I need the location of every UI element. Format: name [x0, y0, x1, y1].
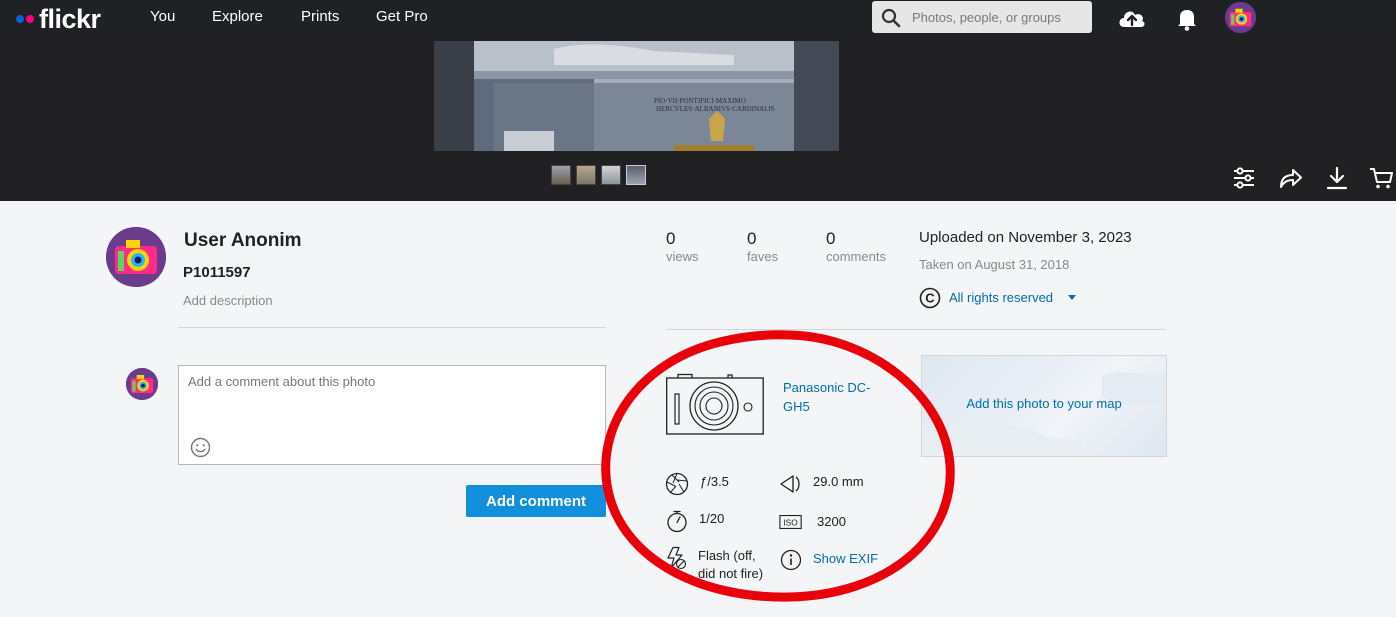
chevron-down-icon[interactable] — [1068, 295, 1076, 300]
svg-text:PIO·VII·PONTIFICI·MAXIMO: PIO·VII·PONTIFICI·MAXIMO — [654, 97, 746, 105]
cart-icon[interactable] — [1368, 165, 1394, 191]
camera-avatar-icon — [1225, 2, 1256, 33]
share-icon[interactable] — [1278, 165, 1304, 191]
monument-photo-image: PIO·VII·PONTIFICI·MAXIMO HERCVLES·ALBANI… — [434, 41, 839, 151]
photo-title[interactable]: P1011597 — [183, 264, 251, 282]
nav-link-get-pro[interactable]: Get Pro — [376, 8, 428, 26]
search-box[interactable] — [872, 1, 1092, 33]
nav-link-explore[interactable]: Explore — [212, 8, 263, 26]
search-input[interactable] — [912, 1, 1087, 33]
upload-cloud-icon[interactable] — [1116, 3, 1148, 33]
emoji-icon[interactable] — [190, 437, 211, 458]
copyright-icon: C — [919, 287, 941, 309]
license-dropdown[interactable]: All rights reserved — [949, 290, 1053, 306]
thumbnail[interactable] — [551, 165, 571, 185]
thumbnail[interactable] — [576, 165, 596, 185]
photo-stage: PIO·VII·PONTIFICI·MAXIMO HERCVLES·ALBANI… — [0, 41, 1396, 201]
nav-link-you[interactable]: You — [150, 8, 175, 26]
nav-link-prints[interactable]: Prints — [301, 8, 339, 26]
camera-avatar-icon — [126, 368, 158, 400]
comment-input[interactable] — [179, 366, 605, 436]
faves-count: 0 — [747, 229, 757, 248]
flickr-logo[interactable]: flickr — [16, 4, 101, 34]
owner-avatar[interactable] — [106, 227, 166, 287]
thumbnail-active[interactable] — [626, 165, 646, 185]
photo-thumbnails — [551, 165, 646, 185]
uploaded-date: Uploaded on November 3, 2023 — [919, 229, 1132, 246]
owner-name[interactable]: User Anonim — [184, 230, 302, 252]
svg-text:C: C — [925, 291, 935, 306]
taken-date[interactable]: Taken on August 31, 2018 — [919, 257, 1069, 273]
faves-label: faves — [747, 249, 779, 264]
comment-box — [178, 365, 606, 465]
logo-pink-dot — [26, 15, 34, 23]
camera-avatar-icon — [106, 227, 166, 287]
comments-label: comments — [826, 249, 886, 264]
logo-blue-dot — [16, 15, 24, 23]
views-count: 0 — [666, 229, 676, 248]
user-avatar[interactable] — [1225, 2, 1256, 33]
red-highlight-circle — [601, 330, 955, 602]
top-navigation: flickr You Explore Prints Get Pro — [0, 0, 1396, 41]
add-to-map-link[interactable]: Add this photo to your map — [922, 396, 1166, 412]
map-panel[interactable]: Add this photo to your map — [921, 355, 1167, 457]
thumbnail[interactable] — [601, 165, 621, 185]
svg-text:HERCVLES·ALBANIVS·CARDINALIS: HERCVLES·ALBANIVS·CARDINALIS — [656, 105, 775, 113]
search-icon — [881, 8, 901, 28]
logo-text: flickr — [39, 4, 101, 34]
comments-count: 0 — [826, 229, 836, 248]
download-icon[interactable] — [1324, 165, 1350, 191]
add-comment-button[interactable]: Add comment — [466, 485, 606, 517]
bell-icon[interactable] — [1171, 3, 1203, 33]
adjust-sliders-icon[interactable] — [1231, 165, 1257, 191]
commenter-avatar — [126, 368, 158, 400]
views-label: views — [666, 249, 699, 264]
divider — [178, 327, 606, 328]
main-photo[interactable]: PIO·VII·PONTIFICI·MAXIMO HERCVLES·ALBANI… — [434, 41, 839, 151]
add-description-link[interactable]: Add description — [183, 293, 273, 309]
